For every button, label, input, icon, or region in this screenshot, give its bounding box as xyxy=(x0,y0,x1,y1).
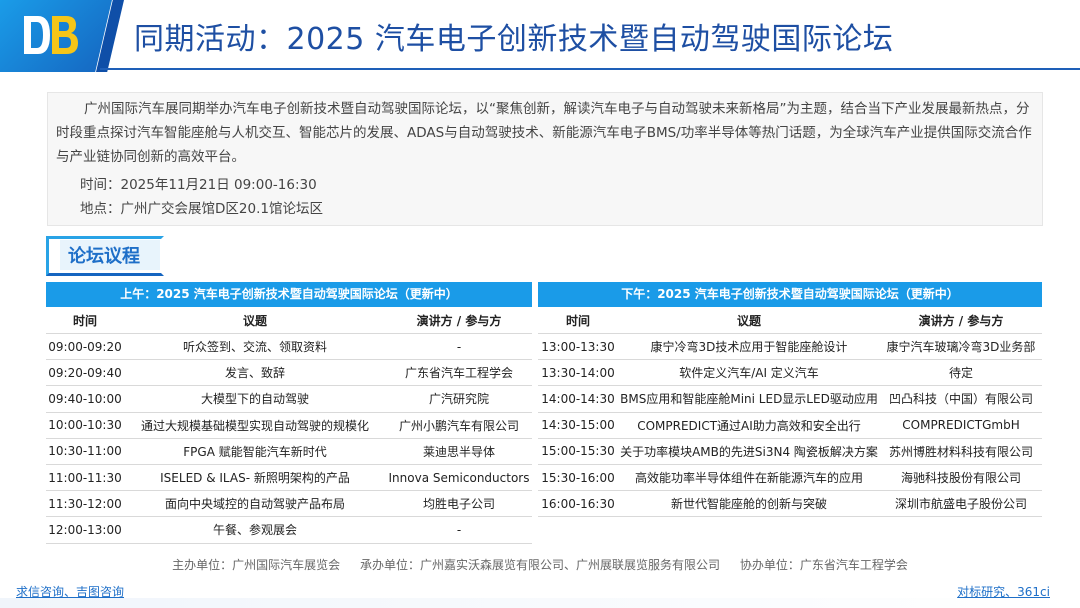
cell-time: 14:00-14:30 xyxy=(541,391,615,406)
cell-topic: 康宁冷弯3D技术应用于智能座舱设计 xyxy=(650,340,848,355)
cell-speaker: COMPREDICTGmbH xyxy=(902,418,1020,433)
table-row: 15:00-15:30 关于功率模块AMB的先进Si3N4 陶瓷板解决方案 苏州博胜… xyxy=(538,439,1042,465)
cell-topic: 听众签到、交流、领取资料 xyxy=(182,340,327,355)
cell-topic: FPGA 赋能智能汽车新时代 xyxy=(183,444,327,459)
host-organizer: 主办单位：广州国际汽车展览会 xyxy=(172,558,341,572)
table-header-row: 时间 议题 演讲方 / 参与方 xyxy=(538,307,1042,334)
cell-speaker: 广东省汽车工程学会 xyxy=(404,366,513,381)
table-row: 12:00-13:00 午餐、参观展会 - xyxy=(46,517,532,544)
cell-topic: ISELED & ILAS- 新照明架构的产品 xyxy=(160,471,350,486)
cell-time: 11:00-11:30 xyxy=(48,470,122,485)
footer-band xyxy=(0,598,1080,608)
cell-topic: 午餐、参观展会 xyxy=(212,523,297,538)
cell-topic: COMPREDICT通过AI助力高效和安全出行 xyxy=(637,418,861,433)
cell-speaker: - xyxy=(456,522,462,537)
table-row: 14:00-14:30 BMS应用和智能座舱Mini LED显示LED驱动应用 凹凸… xyxy=(538,386,1042,413)
organizers-line: 主办单位：广州国际汽车展览会 承办单位：广州嘉实沃森展览有限公司、广州展联展览服… xyxy=(0,556,1080,573)
table-row: 11:30-12:00 面向中央域控的自动驾驶产品布局 均胜电子公司 xyxy=(46,491,532,518)
table-row: 09:40-10:00 大模型下的自动驾驶 广汽研究院 xyxy=(46,386,532,413)
table-row: 09:00-09:20 听众签到、交流、领取资料 - xyxy=(46,334,532,361)
cell-topic: 新世代智能座舱的创新与突破 xyxy=(670,497,827,512)
cell-time: 13:00-13:30 xyxy=(541,339,615,354)
cell-time: 16:00-16:30 xyxy=(541,496,615,511)
footer-right-link[interactable]: 对标研究、361ci xyxy=(957,583,1050,600)
table-row: 11:00-11:30 ISELED & ILAS- 新照明架构的产品 Innova… xyxy=(46,465,532,492)
cell-speaker: 康宁汽车玻璃冷弯3D业务部 xyxy=(886,340,1036,355)
table-row: 15:30-16:00 高效能功率半导体组件在新能源汽车的应用 海驰科技股份有限公司 xyxy=(538,465,1042,492)
header-speaker: 演讲方 / 参与方 xyxy=(918,313,1004,328)
cell-speaker: 凹凸科技（中国）有限公司 xyxy=(888,392,1033,407)
cell-time: 11:30-12:00 xyxy=(48,496,122,511)
cell-time: 14:30-15:00 xyxy=(541,418,615,433)
cell-speaker: 莱迪思半导体 xyxy=(422,444,495,459)
cell-speaker: 海驰科技股份有限公司 xyxy=(900,471,1021,486)
cell-time: 13:30-14:00 xyxy=(541,365,615,380)
morning-agenda-table: 上午：2025 汽车电子创新技术暨自动驾驶国际论坛（更新中） 时间 议题 演讲方… xyxy=(46,282,532,544)
cell-speaker: 深圳市航盛电子股份公司 xyxy=(894,497,1027,512)
morning-table-title: 上午：2025 汽车电子创新技术暨自动驾驶国际论坛（更新中） xyxy=(46,282,532,307)
header-topic: 议题 xyxy=(242,313,267,328)
intro-description: 广州国际汽车展同期举办汽车电子创新技术暨自动驾驶国际论坛，以“聚焦创新，解读汽车… xyxy=(56,101,1032,165)
table-row: 14:30-15:00 COMPREDICT通过AI助力高效和安全出行 COMPRE… xyxy=(538,413,1042,439)
co-organizer: 协办单位：广东省汽车工程学会 xyxy=(739,558,908,572)
header-underline xyxy=(100,68,1080,70)
table-row: 16:00-16:30 新世代智能座舱的创新与突破 深圳市航盛电子股份公司 xyxy=(538,491,1042,518)
table-row: 13:00-13:30 康宁冷弯3D技术应用于智能座舱设计 康宁汽车玻璃冷弯3D业务… xyxy=(538,334,1042,361)
cell-speaker: 苏州博胜材料科技有限公司 xyxy=(888,444,1033,459)
cell-speaker: 均胜电子公司 xyxy=(422,497,495,512)
afternoon-agenda-table: 下午：2025 汽车电子创新技术暨自动驾驶国际论坛（更新中） 时间 议题 演讲方… xyxy=(538,282,1042,518)
header-time: 时间 xyxy=(72,313,97,328)
cell-speaker: Innova Semiconductors xyxy=(388,470,530,485)
intro-time: 时间：2025年11月21日 09:00-16:30 xyxy=(80,177,317,193)
undertaking-organizer: 承办单位：广州嘉实沃森展览有限公司、广州展联展览服务有限公司 xyxy=(359,558,720,572)
table-row: 10:30-11:00 FPGA 赋能智能汽车新时代 莱迪思半导体 xyxy=(46,439,532,465)
cell-topic: 发言、致辞 xyxy=(224,366,285,381)
cell-speaker: 广汽研究院 xyxy=(428,392,489,407)
cell-topic: 软件定义汽车/AI 定义汽车 xyxy=(679,366,819,381)
cell-topic: 关于功率模块AMB的先进Si3N4 陶瓷板解决方案 xyxy=(620,444,878,459)
table-row: 09:20-09:40 发言、致辞 广东省汽车工程学会 xyxy=(46,360,532,387)
cell-topic: 通过大规模基础模型实现自动驾驶的规模化 xyxy=(140,418,369,433)
table-row: 10:00-10:30 通过大规模基础模型实现自动驾驶的规模化 广州小鹏汽车有限公司 xyxy=(46,413,532,439)
cell-time: 09:40-10:00 xyxy=(48,391,122,406)
cell-speaker: 待定 xyxy=(948,366,973,381)
page-header: 同期活动：2025 汽车电子创新技术暨自动驾驶国际论坛 xyxy=(0,0,1080,75)
cell-time: 15:00-15:30 xyxy=(541,444,615,459)
header-topic: 议题 xyxy=(736,313,761,328)
table-row: 13:30-14:00 软件定义汽车/AI 定义汽车 待定 xyxy=(538,360,1042,387)
header-time: 时间 xyxy=(565,313,590,328)
cell-speaker: - xyxy=(456,339,462,354)
cell-topic: BMS应用和智能座舱Mini LED显示LED驱动应用 xyxy=(620,392,878,407)
header-speaker: 演讲方 / 参与方 xyxy=(416,313,502,328)
intro-place: 地点：广州广交会展馆D区20.1馆论坛区 xyxy=(80,201,323,217)
afternoon-table-title: 下午：2025 汽车电子创新技术暨自动驾驶国际论坛（更新中） xyxy=(538,282,1042,307)
cell-time: 09:00-09:20 xyxy=(48,339,122,354)
cell-time: 12:00-13:00 xyxy=(48,522,122,537)
cell-time: 10:30-11:00 xyxy=(48,444,122,459)
cell-time: 10:00-10:30 xyxy=(48,418,122,433)
section-label: 论坛议程 xyxy=(46,236,164,276)
cell-topic: 面向中央域控的自动驾驶产品布局 xyxy=(164,497,345,512)
footer-left-link[interactable]: 求信咨询、吉图咨询 xyxy=(16,583,124,600)
section-label-text: 论坛议程 xyxy=(68,246,140,267)
page-title: 同期活动：2025 汽车电子创新技术暨自动驾驶国际论坛 xyxy=(134,22,894,57)
cell-time: 15:30-16:00 xyxy=(541,470,615,485)
cell-time: 09:20-09:40 xyxy=(48,365,122,380)
cell-topic: 大模型下的自动驾驶 xyxy=(200,392,309,407)
table-header-row: 时间 议题 演讲方 / 参与方 xyxy=(46,307,532,334)
cell-topic: 高效能功率半导体组件在新能源汽车的应用 xyxy=(634,471,863,486)
db-logo-icon xyxy=(24,16,78,54)
cell-speaker: 广州小鹏汽车有限公司 xyxy=(398,418,519,433)
intro-box: 广州国际汽车展同期举办汽车电子创新技术暨自动驾驶国际论坛，以“聚焦创新，解读汽车… xyxy=(47,92,1043,226)
